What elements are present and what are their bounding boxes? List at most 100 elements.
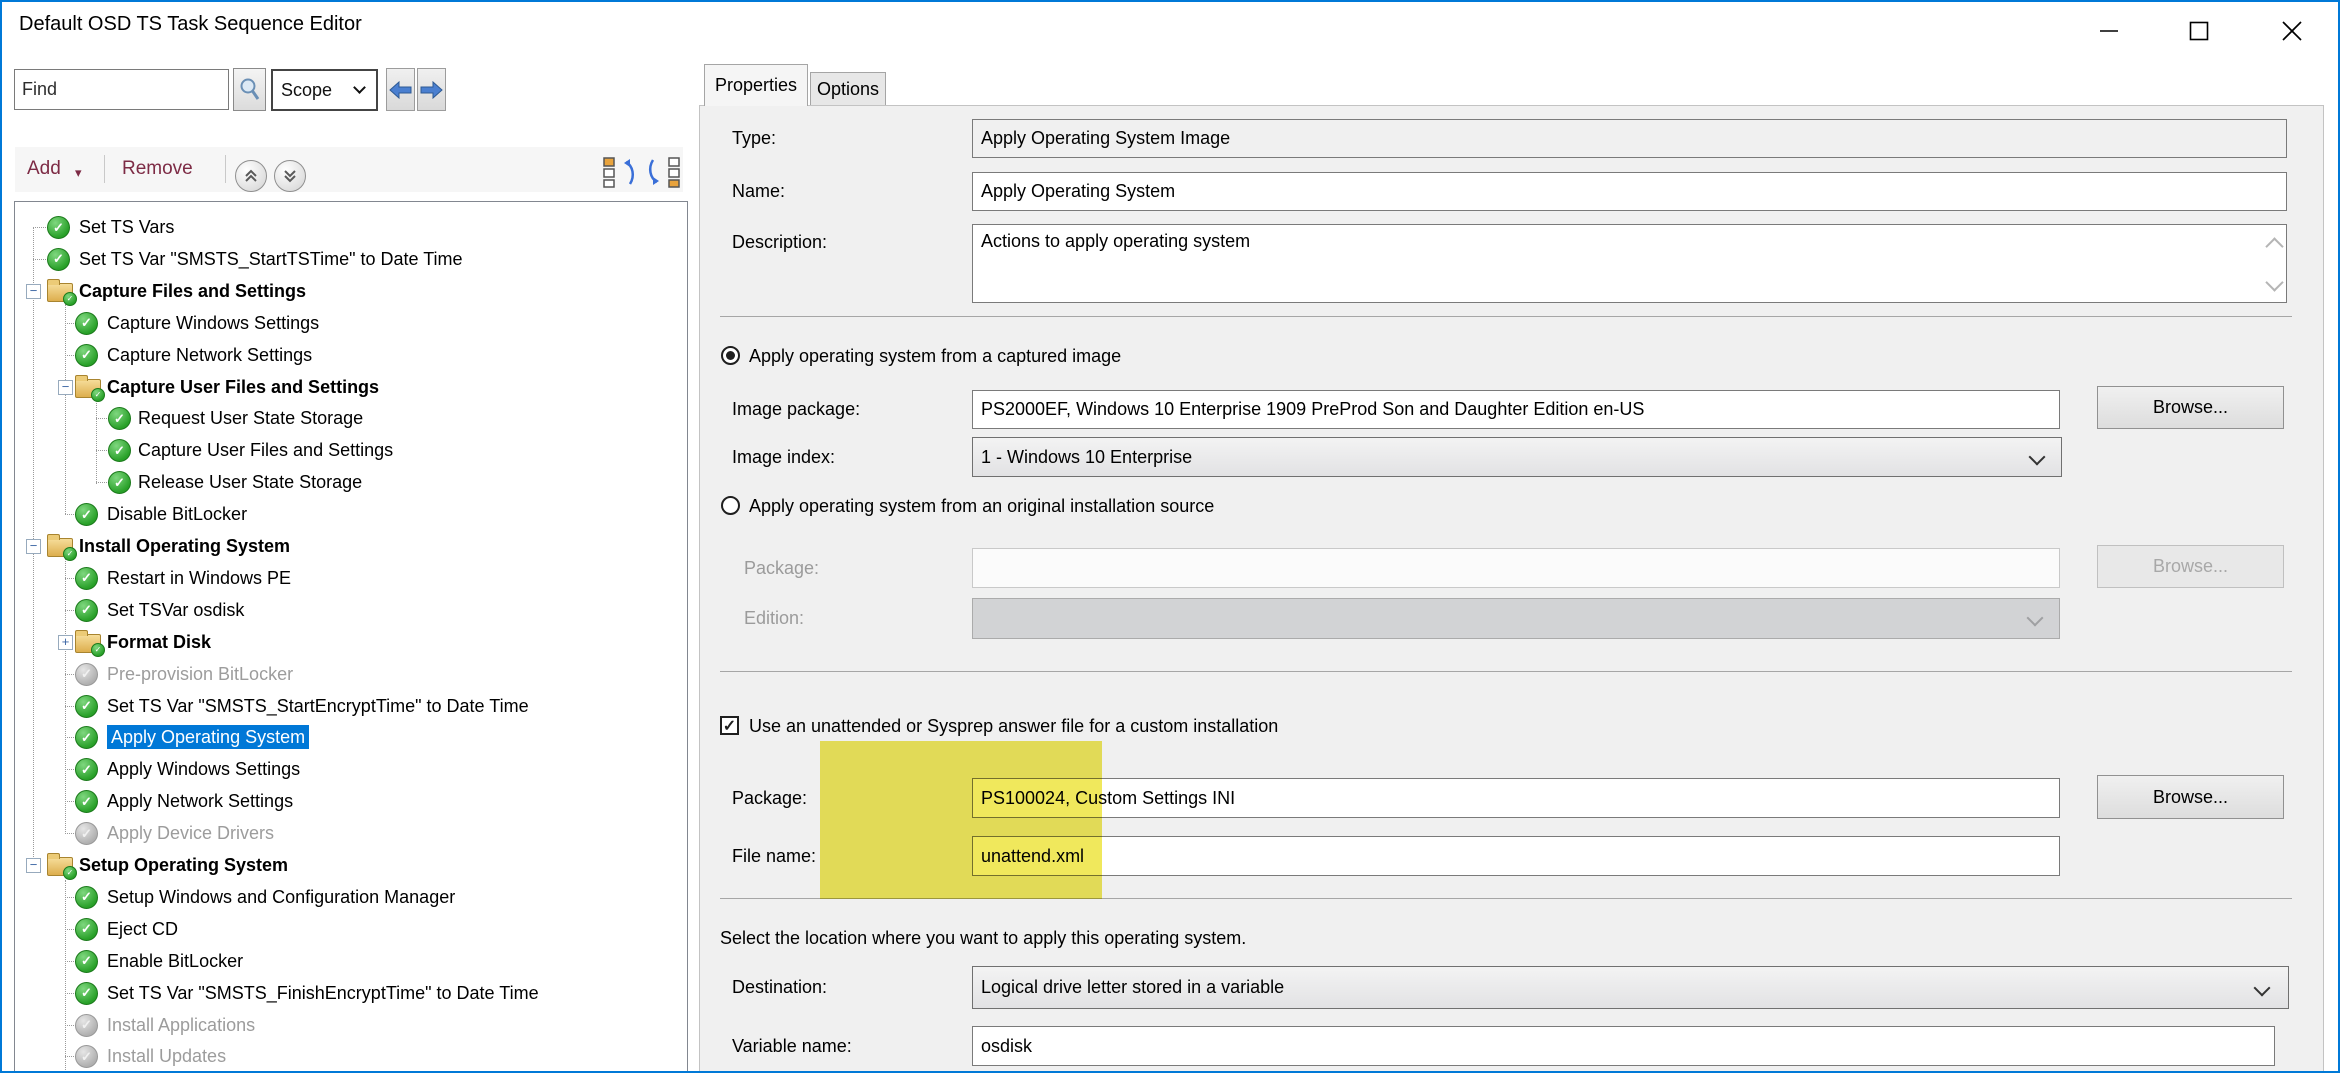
tree-item-label[interactable]: Capture Windows Settings (107, 311, 319, 335)
radio-captured-image[interactable] (721, 346, 740, 365)
tree-item[interactable]: ✓Setup Windows and Configuration Manager (15, 881, 687, 913)
tree-item[interactable]: ✓Apply Network Settings (15, 785, 687, 817)
unattend-package-field[interactable]: PS100024, Custom Settings INI (972, 778, 2060, 818)
tree-item-label[interactable]: Apply Device Drivers (107, 821, 274, 845)
image-package-field[interactable]: PS2000EF, Windows 10 Enterprise 1909 Pre… (972, 390, 2060, 429)
window-title: Default OSD TS Task Sequence Editor (19, 13, 362, 36)
tree-item[interactable]: ✓Set TSVar osdisk (15, 594, 687, 626)
tree-item[interactable]: + Format Disk (15, 626, 687, 658)
tree-item[interactable]: ✓Set TS Var "SMSTS_StartEncryptTime" to … (15, 690, 687, 722)
expand-all-button[interactable] (600, 155, 638, 189)
tree-item-label[interactable]: Capture User Files and Settings (107, 375, 379, 399)
tree-item-label[interactable]: Set TS Var "SMSTS_StartEncryptTime" to D… (107, 694, 529, 718)
minimize-button[interactable] (2064, 2, 2154, 60)
tree-item[interactable]: ✓Enable BitLocker (15, 945, 687, 977)
tree-item-label[interactable]: Disable BitLocker (107, 502, 247, 526)
tree-item-label[interactable]: Install Applications (107, 1013, 255, 1037)
file-name-label: File name: (732, 836, 816, 876)
tree-item[interactable]: ✓Install Updates (15, 1040, 687, 1072)
task-sequence-tree[interactable]: ✓Set TS Vars✓Set TS Var "SMSTS_StartTSTi… (14, 201, 688, 1073)
variable-name-field[interactable]: osdisk (972, 1026, 2275, 1066)
group-folder-icon (75, 379, 101, 398)
tree-item-label[interactable]: Request User State Storage (138, 406, 363, 430)
scope-dropdown[interactable]: Scope (271, 69, 378, 111)
tree-item[interactable]: ✓Set TS Vars (15, 211, 687, 243)
collapse-expander-icon[interactable]: − (26, 284, 41, 299)
tree-item-label[interactable]: Setup Operating System (79, 853, 288, 877)
tab-options[interactable]: Options (810, 72, 886, 105)
tree-item[interactable]: ✓Apply Operating System (15, 721, 687, 753)
unattend-package-browse-button[interactable]: Browse... (2097, 775, 2284, 819)
collapse-expander-icon[interactable]: − (26, 539, 41, 554)
find-input[interactable] (14, 69, 229, 110)
tree-item[interactable]: ✓Restart in Windows PE (15, 562, 687, 594)
tree-item-label[interactable]: Apply Operating System (107, 725, 309, 749)
destination-dropdown[interactable]: Logical drive letter stored in a variabl… (972, 966, 2289, 1009)
tree-item[interactable]: ✓Set TS Var "SMSTS_StartTSTime" to Date … (15, 243, 687, 275)
tree-item[interactable]: ✓Release User State Storage (15, 466, 687, 498)
tree-item-label[interactable]: Capture Files and Settings (79, 279, 306, 303)
tree-item[interactable]: ✓Pre-provision BitLocker (15, 658, 687, 690)
collapse-expander-icon[interactable]: − (26, 858, 41, 873)
move-step-down-button[interactable] (274, 160, 306, 192)
step-success-icon: ✓ (75, 918, 98, 941)
tree-item-label[interactable]: Capture Network Settings (107, 343, 312, 367)
tree-item-label[interactable]: Format Disk (107, 630, 211, 654)
tree-item-label[interactable]: Apply Network Settings (107, 789, 293, 813)
find-previous-button[interactable] (386, 68, 415, 111)
name-field[interactable]: Apply Operating System (972, 172, 2287, 211)
tree-item-label[interactable]: Setup Windows and Configuration Manager (107, 885, 455, 909)
description-field[interactable]: Actions to apply operating system (972, 224, 2287, 303)
tree-item-label[interactable]: Set TSVar osdisk (107, 598, 244, 622)
tree-item[interactable]: ✓ Eject CD (15, 913, 687, 945)
tree-item[interactable]: − Install Operating System (15, 530, 687, 562)
tree-item[interactable]: − Setup Operating System (15, 849, 687, 881)
add-button[interactable]: Add (27, 154, 61, 184)
tree-item[interactable]: ✓Disable BitLocker (15, 498, 687, 530)
scroll-down-icon[interactable] (2265, 273, 2283, 291)
scroll-up-icon[interactable] (2265, 237, 2283, 255)
section-divider (720, 898, 2292, 899)
tree-item-label[interactable]: Release User State Storage (138, 470, 362, 494)
collapse-expander-icon[interactable]: − (58, 380, 73, 395)
tree-item[interactable]: ✓Capture Network Settings (15, 339, 687, 371)
tree-item-label[interactable]: Eject CD (107, 917, 178, 941)
tree-item[interactable]: ✓Apply Device Drivers (15, 817, 687, 849)
description-scrollbar[interactable] (2257, 224, 2287, 303)
tree-item[interactable]: ✓Request User State Storage (15, 402, 687, 434)
tree-item[interactable]: − Capture Files and Settings (15, 275, 687, 307)
tab-properties[interactable]: Properties (704, 64, 808, 106)
collapse-all-button[interactable] (645, 155, 683, 189)
toolbar-separator (104, 155, 105, 183)
image-package-browse-button[interactable]: Browse... (2097, 386, 2284, 429)
tree-item-label[interactable]: Install Updates (107, 1044, 226, 1068)
search-button[interactable] (233, 68, 266, 111)
tree-item[interactable]: ✓Install Applications (15, 1009, 687, 1041)
maximize-icon (2188, 20, 2210, 42)
radio-original-source[interactable] (721, 496, 740, 515)
tree-item-label[interactable]: Apply Windows Settings (107, 757, 300, 781)
tree-item-label[interactable]: Enable BitLocker (107, 949, 243, 973)
tree-item[interactable]: ✓Capture Windows Settings (15, 307, 687, 339)
tree-item-label[interactable]: Install Operating System (79, 534, 290, 558)
tree-item-label[interactable]: Set TS Vars (79, 215, 174, 239)
unattend-checkbox[interactable]: ✓ (720, 716, 739, 735)
tree-item[interactable]: ✓Capture User Files and Settings (15, 434, 687, 466)
tree-item-label[interactable]: Set TS Var "SMSTS_StartTSTime" to Date T… (79, 247, 463, 271)
tree-item[interactable]: ✓Set TS Var "SMSTS_FinishEncryptTime" to… (15, 977, 687, 1009)
close-button[interactable] (2244, 2, 2340, 60)
remove-button[interactable]: Remove (122, 154, 193, 184)
tree-item-label[interactable]: Pre-provision BitLocker (107, 662, 293, 686)
tree-item-label[interactable]: Restart in Windows PE (107, 566, 291, 590)
move-step-up-button[interactable] (235, 160, 267, 192)
maximize-button[interactable] (2154, 2, 2244, 60)
add-dropdown-caret-icon[interactable]: ▾ (75, 158, 82, 188)
find-next-button[interactable] (417, 68, 446, 111)
file-name-field[interactable]: unattend.xml (972, 836, 2060, 876)
expand-expander-icon[interactable]: + (58, 635, 73, 650)
tree-item-label[interactable]: Capture User Files and Settings (138, 438, 393, 462)
tree-item-label[interactable]: Set TS Var "SMSTS_FinishEncryptTime" to … (107, 981, 539, 1005)
tree-item[interactable]: ✓Apply Windows Settings (15, 753, 687, 785)
tree-item[interactable]: − Capture User Files and Settings (15, 371, 687, 403)
image-index-dropdown[interactable]: 1 - Windows 10 Enterprise (972, 437, 2062, 477)
